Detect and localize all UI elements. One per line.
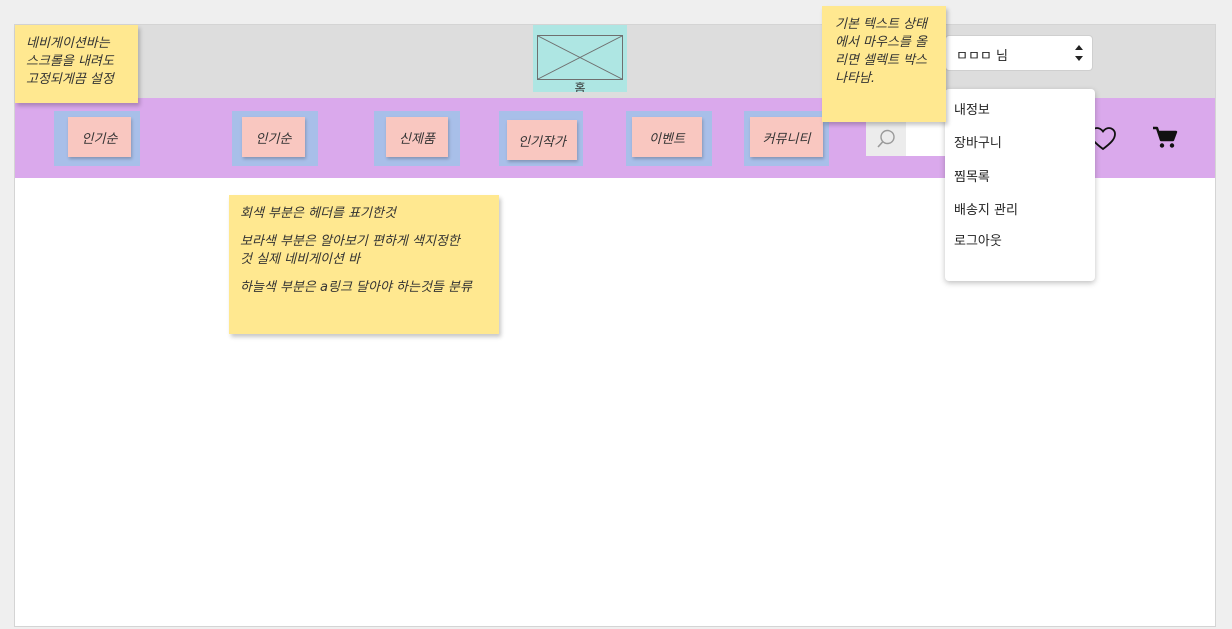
legend-line-header: 회색 부분은 헤더를 표기한것 bbox=[240, 206, 396, 221]
user-select[interactable]: ㅁㅁㅁ 님 bbox=[945, 35, 1093, 71]
nav-link-area: 이벤트 bbox=[626, 111, 712, 166]
search-icon[interactable] bbox=[866, 122, 906, 156]
menu-item-logout[interactable]: 로그아웃 bbox=[954, 232, 1002, 252]
user-dropdown-menu: 내정보 장바구니 찜목록 배송지 관리 로그아웃 bbox=[945, 89, 1095, 281]
nav-link-area: 신제품 bbox=[374, 111, 460, 166]
legend-line-nav: 보라색 부분은 알아보기 편하게 색지정한 것 실제 네비게이션 바 bbox=[240, 234, 460, 267]
menu-item-cart[interactable]: 장바구니 bbox=[954, 134, 1002, 154]
sticky-note-legend: 회색 부분은 헤더를 표기한것 보라색 부분은 알아보기 편하게 색지정한 것 … bbox=[229, 195, 499, 334]
nav-item-popular-2[interactable]: 인기순 bbox=[242, 117, 305, 157]
logo-link[interactable]: 홈 bbox=[533, 25, 627, 92]
select-arrows-icon bbox=[1074, 41, 1084, 65]
menu-item-my-info[interactable]: 내정보 bbox=[954, 101, 990, 121]
sticky-note-text: 기본 텍스트 상태 에서 마우스를 올 리면 셀렉트 박스 나타남. bbox=[835, 17, 927, 86]
nav-item-artists[interactable]: 인기작가 bbox=[507, 120, 577, 160]
user-select-value: ㅁㅁㅁ 님 bbox=[956, 49, 1008, 64]
legend-line-links: 하늘색 부분은 a링크 달아야 하는것들 분류 bbox=[240, 280, 472, 295]
nav-item-popular[interactable]: 인기순 bbox=[68, 117, 131, 157]
image-placeholder-icon bbox=[537, 35, 623, 80]
menu-item-shipping-address[interactable]: 배송지 관리 bbox=[954, 201, 1018, 221]
nav-link-area: 커뮤니티 bbox=[744, 111, 829, 166]
logo-caption: 홈 bbox=[574, 82, 586, 92]
wireframe-canvas: 홈 ㅁㅁㅁ 님 인기순 인기순 신제품 인기작가 이벤트 커뮤니티 내정보 장바… bbox=[14, 24, 1216, 627]
nav-link-area: 인기순 bbox=[54, 111, 140, 166]
nav-item-community[interactable]: 커뮤니티 bbox=[750, 117, 823, 157]
nav-link-area: 인기작가 bbox=[499, 111, 583, 166]
sticky-note-nav: 네비게이션바는 스크롤을 내려도 고정되게끔 설정 bbox=[15, 25, 138, 103]
menu-item-wishlist[interactable]: 찜목록 bbox=[954, 168, 990, 188]
header: 홈 ㅁㅁㅁ 님 bbox=[15, 25, 1215, 98]
sticky-note-text: 네비게이션바는 스크롤을 내려도 고정되게끔 설정 bbox=[26, 36, 114, 87]
nav-item-new[interactable]: 신제품 bbox=[386, 117, 448, 157]
sticky-note-select: 기본 텍스트 상태 에서 마우스를 올 리면 셀렉트 박스 나타남. bbox=[822, 6, 946, 122]
nav-link-area: 인기순 bbox=[232, 111, 318, 166]
nav-item-event[interactable]: 이벤트 bbox=[632, 117, 702, 157]
cart-icon[interactable] bbox=[1150, 123, 1180, 153]
